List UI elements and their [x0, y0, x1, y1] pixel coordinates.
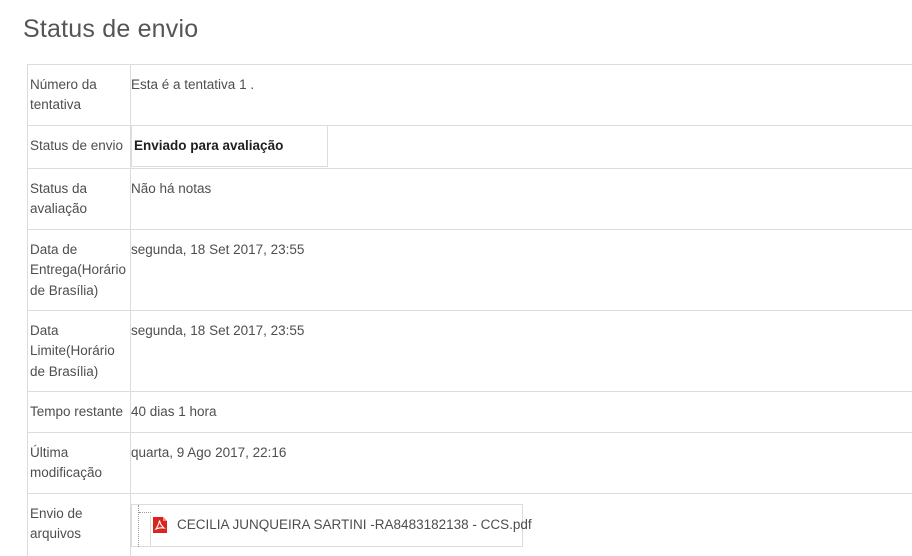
row-value: Não há notas: [131, 181, 212, 196]
table-row-last-modified: Última modificação quarta, 9 Ago 2017, 2…: [27, 432, 912, 494]
row-value: segunda, 18 Set 2017, 23:55: [131, 242, 305, 257]
table-row-deadline: Data Limite(Horário de Brasília) segunda…: [27, 310, 912, 392]
page-title: Status de envio: [23, 15, 199, 43]
table-row-time-remaining: Tempo restante 40 dias 1 hora: [27, 391, 912, 433]
row-label: Última modificação: [27, 432, 131, 494]
table-row-submission-status: Status de envio Enviado para avaliação: [27, 125, 912, 169]
submission-status-badge: Enviado para avaliação: [131, 126, 328, 167]
pdf-icon: [153, 517, 167, 533]
submission-status-table: Número da tentativa Esta é a tentativa 1…: [27, 64, 912, 556]
submitted-file-link[interactable]: CECILIA JUNQUEIRA SARTINI -RA8483182138 …: [177, 515, 532, 535]
file-tree: CECILIA JUNQUEIRA SARTINI -RA8483182138 …: [131, 504, 532, 547]
row-value: segunda, 18 Set 2017, 23:55: [131, 323, 305, 338]
row-label: Data de Entrega(Horário de Brasília): [27, 229, 131, 311]
row-value: Esta é a tentativa 1 .: [131, 77, 255, 92]
tree-divider: [150, 515, 151, 547]
row-label: Número da tentativa: [27, 64, 131, 126]
row-label: Status da avaliação: [27, 168, 131, 230]
row-label: Envio de arquivos: [27, 493, 131, 556]
row-label: Tempo restante: [27, 391, 131, 433]
table-row-grading-status: Status da avaliação Não há notas: [27, 168, 912, 230]
row-value: quarta, 9 Ago 2017, 22:16: [131, 445, 287, 460]
table-row-submitted-date: Data de Entrega(Horário de Brasília) seg…: [27, 229, 912, 311]
table-row-file-submissions: Envio de arquivos CECILIA JUNQUEIRA SART…: [27, 493, 912, 556]
submission-status-page: Status de envio Número da tentativa Esta…: [0, 0, 912, 556]
row-label: Status de envio: [27, 125, 131, 169]
row-value: 40 dias 1 hora: [131, 404, 217, 419]
table-row-attempt-number: Número da tentativa Esta é a tentativa 1…: [27, 64, 912, 126]
row-label: Data Limite(Horário de Brasília): [27, 310, 131, 392]
